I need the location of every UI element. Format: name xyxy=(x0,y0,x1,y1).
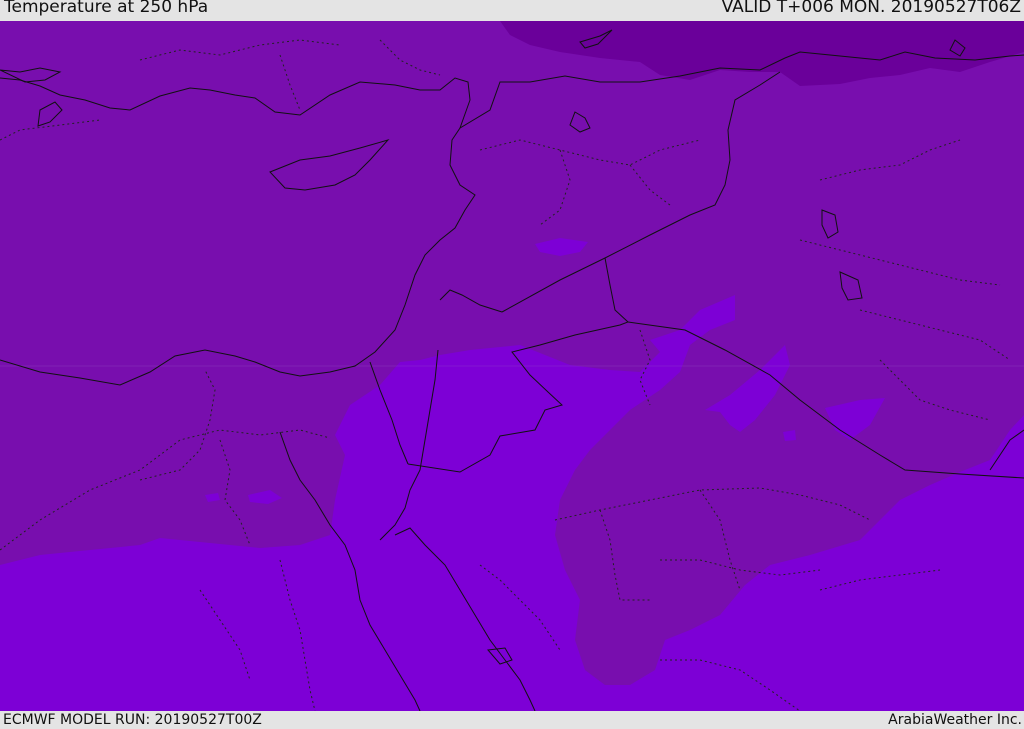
model-run: ECMWF MODEL RUN: 20190527T00Z xyxy=(3,712,262,728)
footer-bar: ECMWF MODEL RUN: 20190527T00Z ArabiaWeat… xyxy=(0,711,1024,729)
temperature-map xyxy=(0,21,1024,711)
credit: ArabiaWeather Inc. xyxy=(888,712,1022,728)
header-bar: Temperature at 250 hPa VALID T+006 MON. … xyxy=(0,0,1024,21)
map-panel[interactable] xyxy=(0,21,1024,711)
map-title: Temperature at 250 hPa xyxy=(4,0,209,17)
valid-time: VALID T+006 MON. 20190527T06Z xyxy=(721,0,1021,17)
